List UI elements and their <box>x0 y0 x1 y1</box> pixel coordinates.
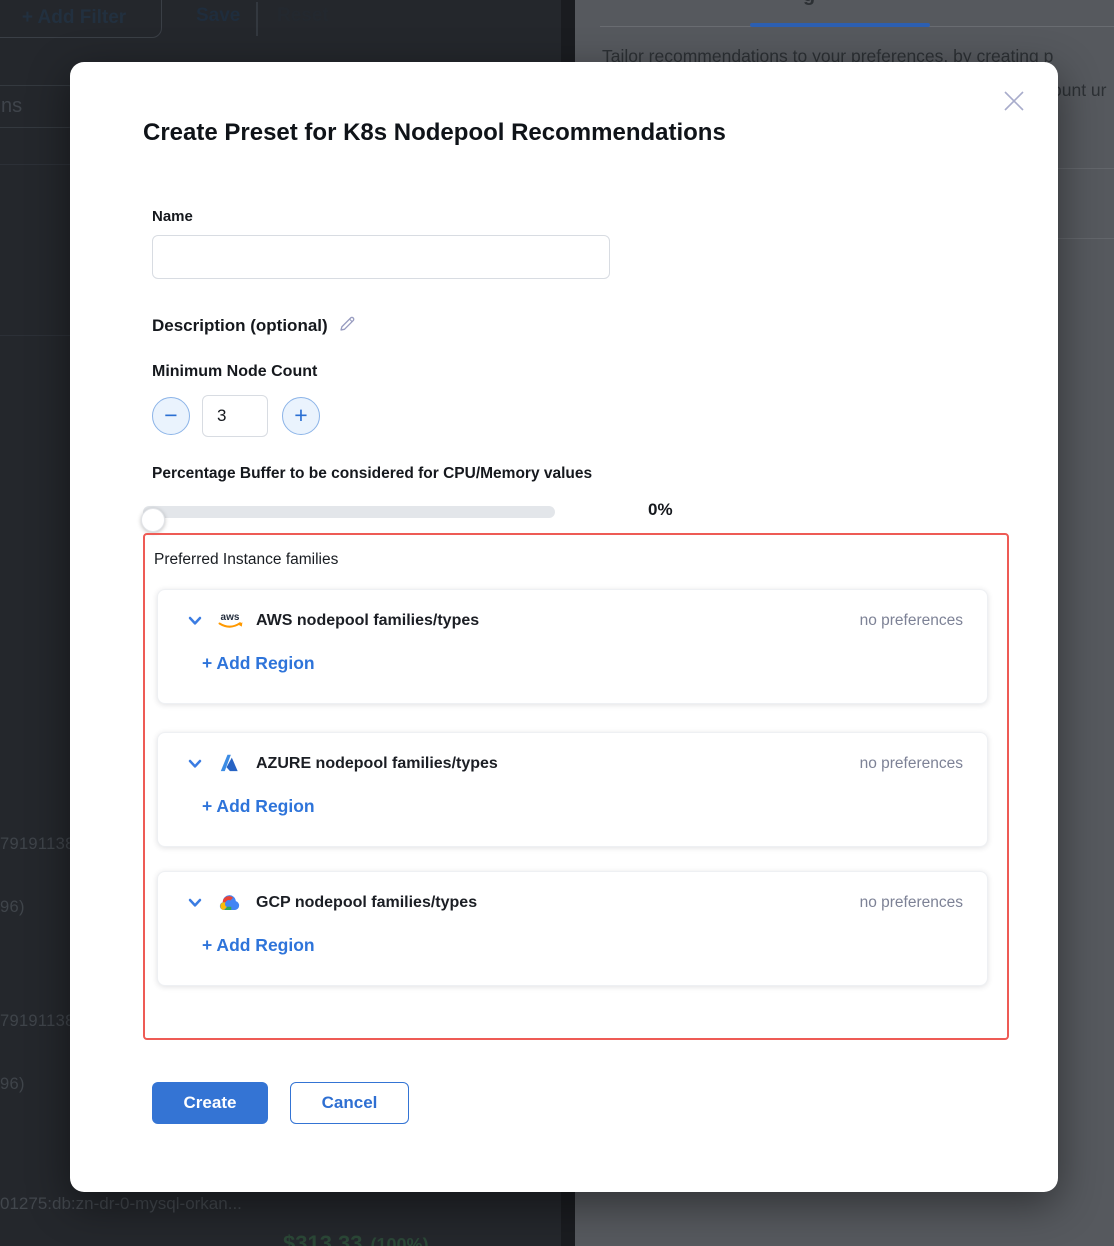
provider-card-header[interactable]: aws AWS nodepool families/types no prefe… <box>185 607 963 635</box>
name-input[interactable] <box>152 235 610 279</box>
add-region-button[interactable]: + Add Region <box>202 935 315 956</box>
increment-button[interactable]: + <box>282 397 320 435</box>
gcp-logo-icon <box>216 890 244 916</box>
slider-handle[interactable] <box>141 508 165 532</box>
provider-card-azure: AZURE nodepool families/types no prefere… <box>157 732 988 847</box>
buffer-slider-label: Percentage Buffer to be considered for C… <box>152 465 592 483</box>
add-region-button[interactable]: + Add Region <box>202 796 315 817</box>
decrement-button[interactable]: − <box>152 397 190 435</box>
create-button[interactable]: Create <box>152 1082 268 1124</box>
active-tab-indicator <box>750 23 930 27</box>
price-fragment: $313.33 (100%) <box>283 1231 429 1246</box>
row-id-fragment: 79191138 <box>0 835 75 854</box>
close-icon[interactable] <box>1001 88 1027 114</box>
cancel-button[interactable]: Cancel <box>290 1082 409 1124</box>
edit-pencil-icon[interactable] <box>338 314 357 338</box>
provider-label: GCP nodepool families/types <box>256 894 477 912</box>
description-row: Description (optional) <box>152 314 357 338</box>
row-pct-fragment: 96) <box>0 898 25 917</box>
provider-card-header[interactable]: AZURE nodepool families/types no prefere… <box>185 750 963 778</box>
provider-card-gcp: GCP nodepool families/types no preferenc… <box>157 871 988 986</box>
min-node-count-input[interactable] <box>202 395 268 437</box>
min-node-count-label: Minimum Node Count <box>152 363 317 381</box>
price-percent: (100%) <box>371 1235 429 1246</box>
db-resource-fragment: 01275:db:zn-dr-0-mysql-orkan... <box>0 1194 242 1214</box>
chevron-down-icon[interactable] <box>185 611 205 631</box>
provider-label: AZURE nodepool families/types <box>256 755 498 773</box>
row-id-fragment: 79191138 <box>0 1012 75 1031</box>
row-pct-fragment: 96) <box>0 1075 25 1094</box>
reset-button[interactable]: Reset <box>277 5 329 27</box>
active-tab-label-fragment: g <box>803 0 815 7</box>
min-node-count-stepper: − + <box>152 395 320 437</box>
name-label: Name <box>152 208 193 225</box>
slider-value: 0% <box>648 500 673 520</box>
create-preset-modal: Create Preset for K8s Nodepool Recommend… <box>70 62 1058 1192</box>
provider-status: no preferences <box>860 755 963 773</box>
provider-label: AWS nodepool families/types <box>256 612 479 630</box>
add-filter-label: + Add Filter <box>22 7 126 29</box>
chevron-down-icon[interactable] <box>185 754 205 774</box>
description-text-line2-fragment: ount ur <box>1052 80 1106 101</box>
filter-chip[interactable]: ns <box>0 85 76 128</box>
preferred-families-highlight-box: Preferred Instance families aws <box>143 533 1009 1040</box>
slider-track[interactable] <box>143 506 555 518</box>
preferred-families-label: Preferred Instance families <box>154 551 338 569</box>
azure-logo-icon <box>216 751 244 777</box>
add-region-button[interactable]: + Add Region <box>202 653 315 674</box>
description-label: Description (optional) <box>152 316 328 336</box>
provider-status: no preferences <box>860 894 963 912</box>
filter-chip-label: ns <box>1 95 22 118</box>
add-filter-button[interactable]: + Add Filter <box>0 0 162 38</box>
aws-logo-icon: aws <box>216 608 244 634</box>
toolbar-divider <box>256 2 258 36</box>
svg-text:aws: aws <box>221 612 240 623</box>
provider-card-aws: aws AWS nodepool families/types no prefe… <box>157 589 988 704</box>
provider-status: no preferences <box>860 612 963 630</box>
chevron-down-icon[interactable] <box>185 893 205 913</box>
provider-card-header[interactable]: GCP nodepool families/types no preferenc… <box>185 889 963 917</box>
save-button[interactable]: Save <box>196 5 240 27</box>
modal-title: Create Preset for K8s Nodepool Recommend… <box>143 119 726 147</box>
price-value: $313.33 <box>283 1231 363 1246</box>
screen: + Add Filter Save Reset ns 79191138 96) … <box>0 0 1114 1246</box>
buffer-slider: 0% <box>143 498 703 526</box>
